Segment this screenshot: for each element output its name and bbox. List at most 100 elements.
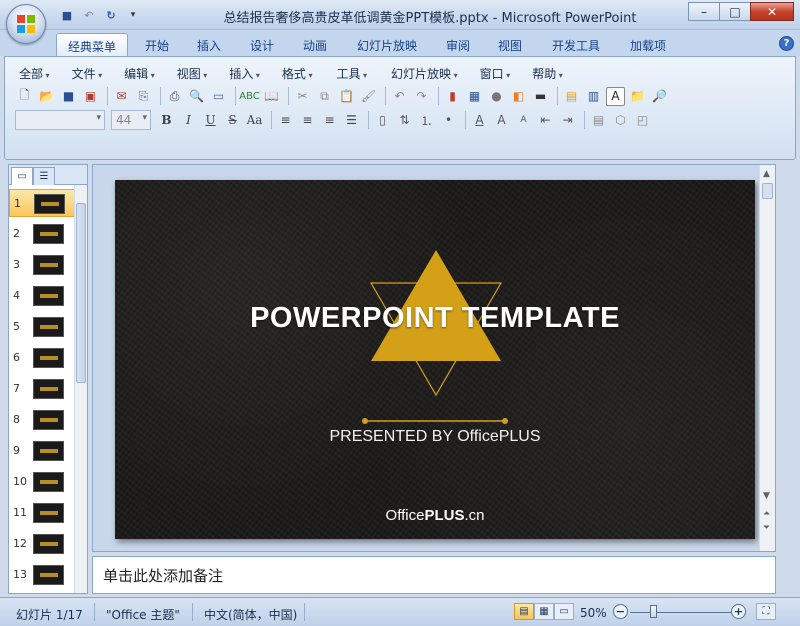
folder-icon[interactable]: 📁: [628, 87, 647, 106]
tab-home[interactable]: 开始: [136, 33, 178, 56]
slides-panel-scrollbar[interactable]: [74, 185, 87, 593]
view-icon[interactable]: ▬: [531, 87, 550, 106]
cut-icon[interactable]: ✂: [293, 87, 312, 106]
find-icon[interactable]: 🔎: [650, 87, 669, 106]
slide-brand[interactable]: OfficePLUS.cn: [115, 507, 755, 524]
tab-classic-menu[interactable]: 经典菜单: [56, 33, 128, 56]
slide-design-icon[interactable]: ▤: [589, 111, 608, 130]
print-icon[interactable]: ⎙: [165, 87, 184, 106]
open-icon[interactable]: 📂: [37, 87, 56, 106]
scroll-up-icon[interactable]: ▲: [763, 169, 770, 179]
slide-thumbnail[interactable]: 6: [9, 344, 75, 372]
new-slide-icon[interactable]: ▤: [562, 87, 581, 106]
slide-thumbnail[interactable]: 9: [9, 437, 75, 465]
copy-icon[interactable]: ⧉: [315, 87, 334, 106]
slide-thumbnail[interactable]: 3: [9, 251, 75, 279]
save-icon[interactable]: ■: [58, 6, 76, 24]
menu-insert[interactable]: 插入: [221, 65, 268, 82]
color-grayscale-icon[interactable]: ◧: [509, 87, 528, 106]
menu-file[interactable]: 文件: [64, 65, 111, 82]
font-color-icon[interactable]: A: [470, 111, 489, 130]
tab-slideshow[interactable]: 幻灯片放映: [350, 33, 424, 56]
slides-tab[interactable]: ▭: [11, 167, 33, 185]
scrollbar-thumb[interactable]: [76, 203, 86, 383]
spelling-icon[interactable]: ABC: [239, 87, 260, 106]
columns-icon[interactable]: ▯: [373, 111, 392, 130]
publish-icon[interactable]: ⎘: [134, 87, 153, 106]
zoom-level[interactable]: 50%: [580, 606, 607, 620]
slide-thumbnail[interactable]: 1: [9, 189, 75, 217]
menu-edit[interactable]: 编辑: [116, 65, 163, 82]
slide-sorter-button[interactable]: ▦: [534, 603, 554, 620]
tab-addins[interactable]: 加载项: [620, 33, 676, 56]
outline-tab[interactable]: ☰: [33, 167, 55, 185]
align-left-icon[interactable]: ≡: [276, 111, 295, 130]
undo-icon[interactable]: ↶: [390, 87, 409, 106]
tab-view[interactable]: 视图: [489, 33, 531, 56]
tab-developer[interactable]: 开发工具: [544, 33, 608, 56]
save-icon[interactable]: ■: [59, 87, 78, 106]
menu-slideshow[interactable]: 幻灯片放映: [383, 65, 466, 82]
slide-thumbnail[interactable]: 13: [9, 561, 75, 589]
slide-thumbnail[interactable]: 2: [9, 220, 75, 248]
theme-name[interactable]: "Office 主题": [106, 606, 180, 623]
align-center-icon[interactable]: ≡: [298, 111, 317, 130]
justify-icon[interactable]: ☰: [342, 111, 361, 130]
zoom-in-button[interactable]: +: [731, 604, 746, 619]
research-icon[interactable]: ▭: [209, 87, 228, 106]
menu-view[interactable]: 视图: [169, 65, 216, 82]
normal-view-button[interactable]: ▤: [514, 603, 534, 620]
menu-help[interactable]: 帮助: [524, 65, 571, 82]
slide-subtitle[interactable]: PRESENTED BY OfficePLUS: [115, 428, 755, 446]
close-button[interactable]: ✕: [750, 2, 794, 21]
textbox-icon[interactable]: A: [606, 86, 625, 106]
print-preview-icon[interactable]: 🔍: [187, 87, 206, 106]
shadow-button[interactable]: S: [223, 111, 242, 130]
arrange-icon[interactable]: ◰: [633, 111, 652, 130]
bold-button[interactable]: B: [157, 111, 176, 130]
slide-thumbnail[interactable]: 4: [9, 282, 75, 310]
slide-title[interactable]: POWERPOINT TEMPLATE: [115, 302, 755, 335]
permission-icon[interactable]: ▣: [81, 87, 100, 106]
increase-indent-icon[interactable]: ⇥: [558, 111, 577, 130]
change-case-button[interactable]: Aa: [245, 111, 264, 130]
format-painter-icon[interactable]: 🖌: [359, 87, 378, 106]
shrink-font-icon[interactable]: A: [514, 111, 533, 130]
font-size-combo[interactable]: 44: [111, 110, 151, 130]
tab-animations[interactable]: 动画: [294, 33, 336, 56]
zoom-slider-track[interactable]: [630, 612, 734, 613]
clipart-icon[interactable]: ●: [487, 87, 506, 106]
paste-icon[interactable]: 📋: [337, 87, 356, 106]
table-icon[interactable]: ▦: [465, 87, 484, 106]
slide-thumbnail[interactable]: 7: [9, 375, 75, 403]
redo-icon[interactable]: ↻: [102, 6, 120, 24]
bullets-icon[interactable]: •: [439, 111, 458, 130]
slide-thumbnail[interactable]: 11: [9, 499, 75, 527]
zoom-out-button[interactable]: −: [613, 604, 628, 619]
notes-pane[interactable]: 单击此处添加备注: [92, 556, 776, 594]
office-button[interactable]: [6, 4, 46, 44]
slide-thumbnail[interactable]: 10: [9, 468, 75, 496]
language-indicator[interactable]: 中文(简体，中国): [204, 606, 297, 623]
layout-icon[interactable]: ▥: [584, 87, 603, 106]
slide-thumbnail[interactable]: 8: [9, 406, 75, 434]
help-icon[interactable]: ?: [779, 36, 794, 51]
align-right-icon[interactable]: ≡: [320, 111, 339, 130]
grow-font-icon[interactable]: A: [492, 111, 511, 130]
slide-scrollbar[interactable]: ▲ ▼ ⏶ ⏷: [759, 165, 775, 551]
font-name-combo[interactable]: [15, 110, 105, 130]
new-icon[interactable]: 🗋: [15, 87, 34, 106]
next-slide-icon[interactable]: ⏷: [763, 523, 770, 533]
menu-tools[interactable]: 工具: [328, 65, 375, 82]
italic-button[interactable]: I: [179, 111, 198, 130]
slide-canvas[interactable]: POWERPOINT TEMPLATE PRESENTED BY OfficeP…: [115, 180, 755, 539]
redo-icon[interactable]: ↷: [412, 87, 431, 106]
menu-all[interactable]: 全部: [11, 65, 58, 82]
minimize-button[interactable]: –: [688, 2, 720, 21]
tab-review[interactable]: 审阅: [437, 33, 479, 56]
menu-window[interactable]: 窗口: [472, 65, 519, 82]
tab-insert[interactable]: 插入: [188, 33, 230, 56]
scrollbar-thumb[interactable]: [762, 183, 773, 199]
tab-design[interactable]: 设计: [241, 33, 283, 56]
previous-slide-icon[interactable]: ⏶: [763, 509, 770, 519]
